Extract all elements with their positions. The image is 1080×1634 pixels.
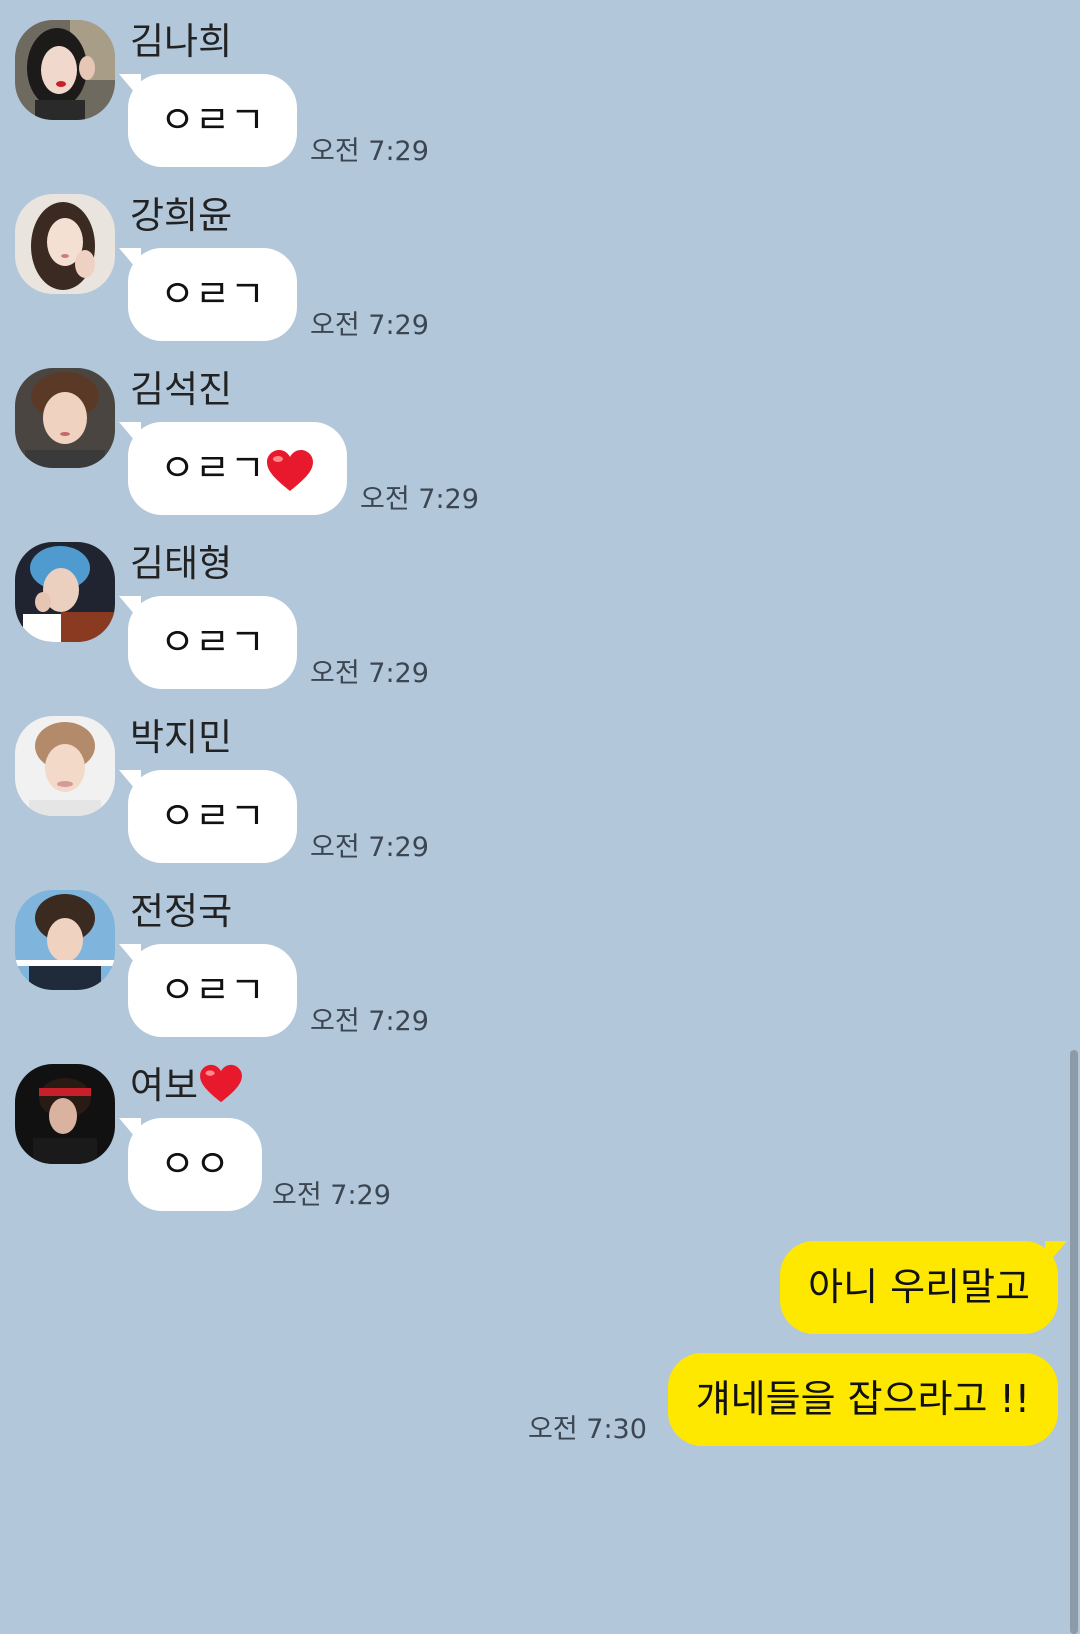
chat-room: 김나희 ㅇㄹㄱ 오전 7:29 강희윤 ㅇㄹㄱ 오전 7:29 김석진 ㅇㄹㄱ … [0,0,1080,1634]
message-time: 오전 7:29 [272,1180,391,1211]
message-row: 여보 ㅇㅇ 오전 7:29 [0,1064,1080,1238]
message-row: 김석진 ㅇㄹㄱ 오전 7:29 [0,368,1080,542]
message-bubble[interactable]: ㅇㅇ [119,1118,262,1211]
heart-icon [200,1064,243,1103]
message-row: 전정국 ㅇㄹㄱ 오전 7:29 [0,890,1080,1064]
avatar[interactable] [15,194,115,294]
message-time: 오전 7:29 [360,484,479,515]
message-bubble[interactable]: ㅇㄹㄱ [119,248,297,341]
message-text: ㅇㄹㄱ [160,98,265,142]
message-text: ㅇㄹㄱ [160,794,265,838]
message-row: 김태형 ㅇㄹㄱ 오전 7:29 [0,542,1080,716]
avatar[interactable] [15,716,115,816]
message-text: ㅇㄹㄱ [160,968,265,1012]
message-time: 오전 7:29 [310,136,429,167]
message-bubble[interactable]: ㅇㄹㄱ [119,596,297,689]
avatar[interactable] [15,1064,115,1164]
message-row: 김나희 ㅇㄹㄱ 오전 7:29 [0,20,1080,194]
my-message-bubble[interactable]: 걔네들을 잡으라고 !! [667,1353,1058,1446]
message-text: ㅇㄹㄱ [160,272,265,316]
my-message-text: 걔네들을 잡으라고 !! [695,1377,1030,1421]
message-text: ㅇㄹㄱ [160,446,265,490]
message-bubble[interactable]: ㅇㄹㄱ [119,770,297,863]
message-time: 오전 7:29 [310,1006,429,1037]
message-bubble[interactable]: ㅇㄹㄱ [119,74,297,167]
message-time: 오전 7:29 [310,310,429,341]
avatar[interactable] [15,542,115,642]
message-bubble[interactable]: ㅇㄹㄱ [119,944,297,1037]
avatar[interactable] [15,890,115,990]
message-text: ㅇㄹㄱ [160,620,265,664]
my-message-bubble[interactable]: 아니 우리말고 [780,1241,1067,1334]
sender-name: 박지민 [130,716,233,759]
message-text: ㅇㅇ [160,1142,230,1186]
heart-icon [266,449,313,491]
message-time: 오전 7:29 [310,832,429,863]
sender-name: 여보 [130,1064,244,1108]
message-bubble[interactable]: ㅇㄹㄱ [119,422,347,515]
avatar[interactable] [15,368,115,468]
sender-name: 강희윤 [130,194,233,237]
sender-name-text: 여보 [130,1064,199,1107]
sender-name: 김나희 [130,20,233,63]
my-message-text: 아니 우리말고 [808,1265,1030,1309]
message-row: 강희윤 ㅇㄹㄱ 오전 7:29 [0,194,1080,368]
avatar[interactable] [15,20,115,120]
message-time: 오전 7:29 [310,658,429,689]
sender-name: 김태형 [130,542,233,585]
my-message-time: 오전 7:30 [528,1414,647,1445]
message-row: 박지민 ㅇㄹㄱ 오전 7:29 [0,716,1080,890]
sender-name: 김석진 [130,368,233,411]
scrollbar[interactable] [1070,1050,1078,1634]
sender-name: 전정국 [130,890,233,933]
